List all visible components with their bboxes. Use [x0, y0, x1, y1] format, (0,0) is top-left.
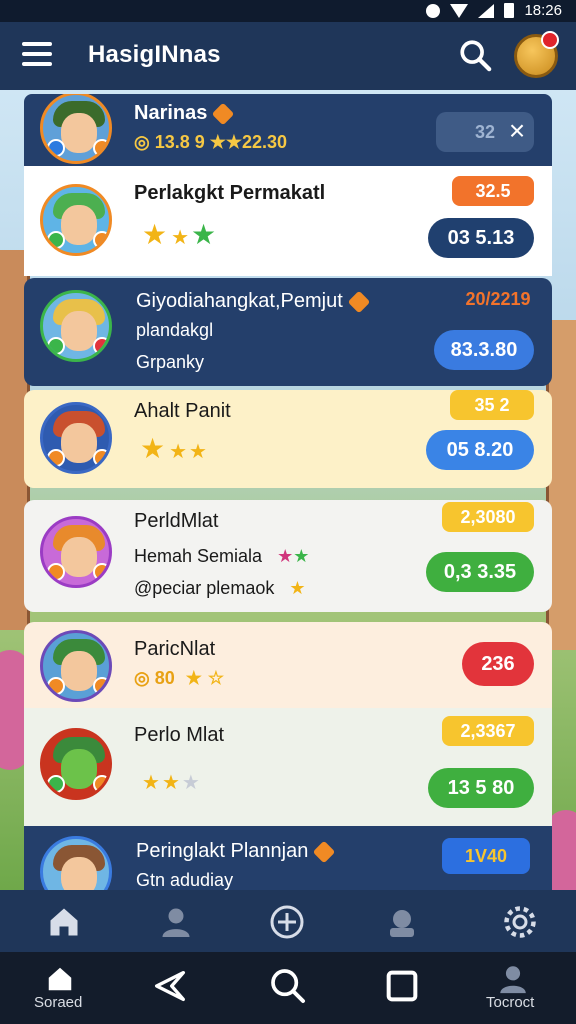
list-item[interactable]: PerldMlat Hemah Semiala ★★ @peciar plema…	[24, 500, 552, 612]
player-name: PerldMlat	[134, 510, 219, 532]
rank-tag: 2,3080	[442, 502, 534, 532]
list-item[interactable]: Perlo Mlat ★★★ 2,3367 13 5 80	[24, 708, 552, 826]
rank-tag: 35 2	[450, 390, 534, 420]
nav-label-right: Tocroct	[486, 994, 535, 1011]
add-icon[interactable]	[269, 904, 305, 940]
player-subtitle: Hemah Semiala ★★	[134, 546, 310, 566]
close-icon[interactable]: ×	[502, 116, 532, 146]
rank-tag: 1V40	[442, 838, 530, 874]
list-item[interactable]: ParicNlat ◎ 80 ★ ☆ 236	[24, 622, 552, 708]
shop-icon[interactable]	[384, 904, 420, 940]
player-detail: @peciar plemaok ★	[134, 578, 306, 598]
score-button[interactable]: 05 8.20	[426, 430, 534, 470]
score-button[interactable]: 83.3.80	[434, 330, 534, 370]
avatar	[40, 290, 112, 362]
list-item[interactable]: Peringlakt Plannjan Gtn adudiay 1V40	[24, 826, 552, 890]
player-name: Peringlakt Plannjan	[136, 840, 336, 864]
rating-stars: ★★★	[140, 433, 209, 464]
player-detail: Gtn adudiay	[136, 870, 234, 890]
rating-stars: ★★★	[142, 772, 202, 794]
recents-icon[interactable]	[382, 966, 422, 1006]
player-name: ParicNlat	[134, 638, 216, 660]
player-subtitle: plandakgl	[136, 320, 214, 340]
list-item[interactable]: Ahalt Panit ★★★ 35 2 05 8.20	[24, 390, 552, 488]
avatar	[40, 728, 112, 800]
menu-icon[interactable]	[22, 42, 52, 68]
rank-badge-icon	[212, 102, 235, 126]
list-item[interactable]: Narinas ◎ 13.8 9 ★★22.30 32 ×	[24, 94, 552, 166]
nav-label-left: Soraed	[34, 994, 83, 1011]
player-name: Perlo Mlat	[134, 724, 225, 746]
rank-tag: 32.5	[452, 176, 534, 206]
avatar	[40, 184, 112, 256]
player-detail: Grpanky	[136, 352, 205, 372]
home-icon[interactable]	[42, 964, 78, 994]
player-list: Narinas ◎ 13.8 9 ★★22.30 32 × Perlakgkt …	[24, 90, 552, 890]
rank-tag: 20/2219	[465, 288, 531, 309]
home-icon[interactable]	[46, 904, 82, 940]
player-name: Ahalt Panit	[134, 400, 231, 422]
bottom-nav	[0, 890, 576, 952]
avatar	[40, 94, 112, 164]
score-button[interactable]: 0,3 3.35	[426, 552, 534, 592]
profile-icon[interactable]	[496, 962, 530, 996]
search-icon[interactable]	[458, 38, 492, 72]
list-item[interactable]: Perlakgkt Permakatl ★★★ 32.5 03 5.13	[24, 166, 552, 276]
score-button[interactable]: 03 5.13	[428, 218, 534, 258]
avatar	[40, 630, 112, 702]
search-icon[interactable]	[268, 966, 308, 1006]
system-nav: Soraed Tocroct	[0, 952, 576, 1024]
score-button[interactable]: 236	[462, 642, 534, 686]
list-item[interactable]: Giyodiahangkat,Pemjut plandakgl Grpanky …	[24, 278, 552, 386]
player-stats: ◎ 80 ★ ☆	[134, 668, 225, 688]
status-time: 18:26	[524, 2, 562, 19]
profile-icon[interactable]	[158, 904, 194, 940]
battery-icon	[504, 3, 515, 18]
player-name: Perlakgkt Permakatl	[134, 182, 326, 204]
settings-icon[interactable]	[502, 904, 538, 940]
coin-icon[interactable]	[514, 31, 559, 78]
avatar	[40, 836, 112, 890]
score-button[interactable]: 13 5 80	[428, 768, 534, 808]
rating-stars: ★★★	[142, 219, 221, 250]
rank-tag: 2,3367	[442, 716, 534, 746]
status-bar: 18:26	[0, 0, 576, 22]
rank-badge-icon	[347, 290, 371, 314]
player-stats: ◎ 13.8 9 ★★22.30	[134, 132, 288, 152]
app-title: HasigINnas	[88, 41, 221, 68]
player-name: Giyodiahangkat,Pemjut	[136, 290, 371, 314]
app-bar: HasigINnas	[0, 22, 576, 90]
avatar	[40, 516, 112, 588]
status-notification-icon	[426, 3, 441, 18]
rank-badge-icon	[313, 840, 336, 864]
player-name: Narinas	[134, 102, 235, 126]
signal-icon	[478, 3, 495, 18]
notification-dot	[541, 31, 559, 49]
back-icon[interactable]	[150, 966, 190, 1006]
avatar	[40, 402, 112, 474]
wifi-icon	[450, 3, 469, 18]
